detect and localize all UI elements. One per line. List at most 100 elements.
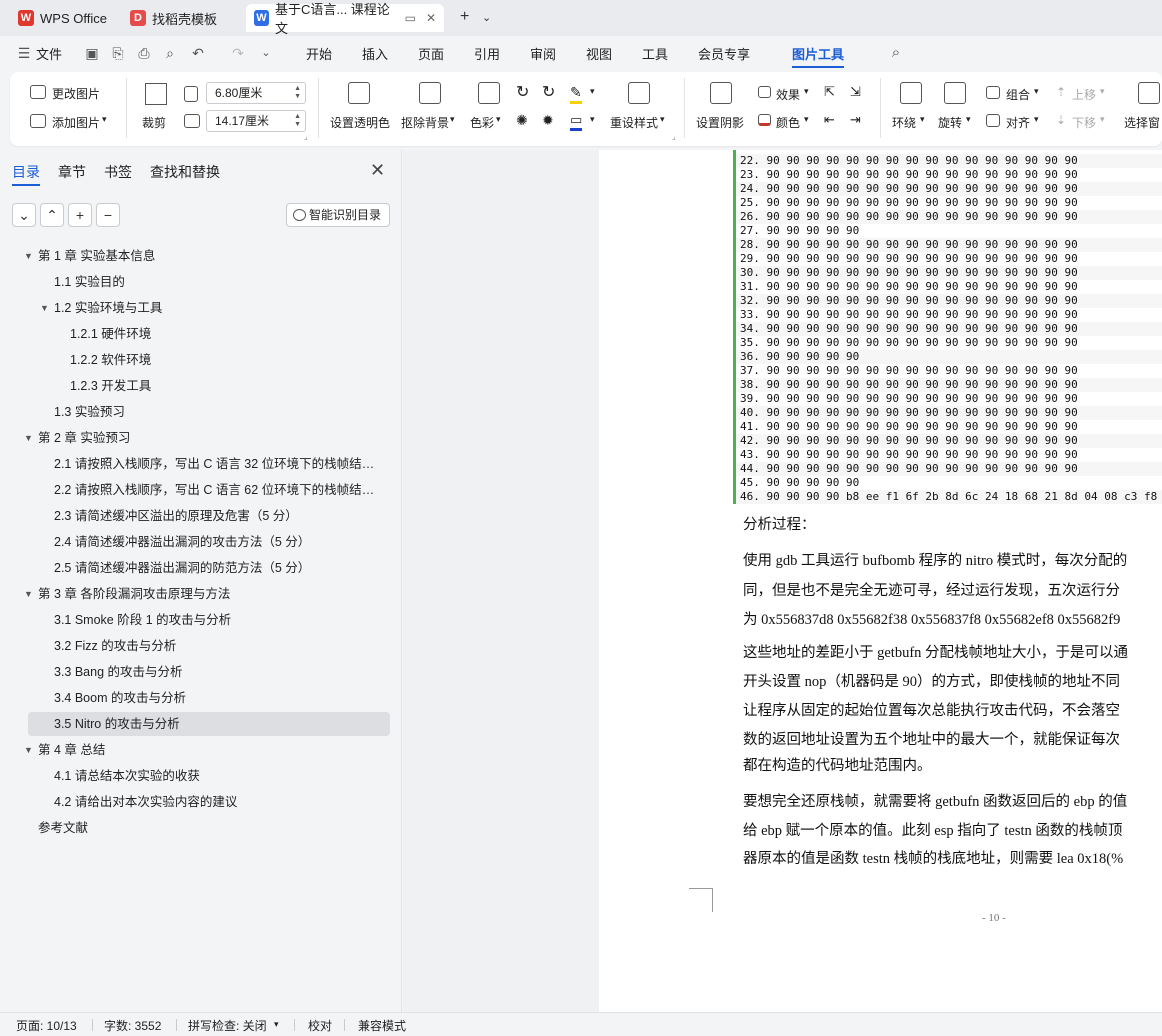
- height-input[interactable]: 14.17厘米 ▲ ▼: [206, 110, 306, 132]
- toc-item[interactable]: 3.1 Smoke 阶段 1 的攻击与分析: [54, 608, 380, 632]
- rotate-right-icon[interactable]: ↻: [542, 82, 555, 102]
- tab-document[interactable]: W 基于C语言... 课程论文 ▭ ✕: [246, 2, 444, 36]
- menu-member[interactable]: 会员专享: [698, 44, 750, 63]
- brightness-up-icon[interactable]: ✺: [516, 112, 528, 129]
- shadow-right-icon[interactable]: ⇥: [850, 112, 861, 128]
- wrap-button[interactable]: 环绕: [892, 114, 916, 131]
- remove-background-button[interactable]: 抠除背景: [401, 114, 449, 131]
- tab-docer[interactable]: D 找稻壳模板: [122, 4, 225, 32]
- outline-color-chevron-icon[interactable]: ▾: [590, 114, 595, 125]
- tab-bookmarks[interactable]: 书签: [104, 162, 132, 182]
- wrap-chevron-icon[interactable]: ▾: [920, 114, 925, 125]
- print-preview-icon[interactable]: ⌕: [162, 45, 178, 61]
- reset-style-button[interactable]: 重设样式: [610, 114, 658, 131]
- height-spinner-icon[interactable]: ▲ ▼: [294, 113, 301, 129]
- window-mode-icon[interactable]: ▭: [405, 11, 416, 25]
- search-icon[interactable]: ⌕: [888, 45, 904, 61]
- effects-chevron-icon[interactable]: ▾: [804, 86, 809, 97]
- smart-toc-button[interactable]: 智能识别目录: [286, 203, 390, 227]
- toc-item[interactable]: 4.1 请总结本次实验的收获: [54, 764, 380, 788]
- tab-sections[interactable]: 章节: [58, 162, 86, 182]
- toc-item[interactable]: 1.2.3 开发工具: [70, 374, 380, 398]
- fill-color-icon[interactable]: ✎: [570, 84, 582, 104]
- menu-page[interactable]: 页面: [418, 44, 444, 63]
- rotate-button[interactable]: 旋转: [938, 114, 962, 131]
- outline-color-icon[interactable]: ▭: [570, 112, 583, 131]
- toc-expand-arrow-icon[interactable]: ▼: [24, 738, 33, 762]
- toc-item[interactable]: 2.2 请按照入栈顺序，写出 C 语言 62 位环境下的栈帧结构 ...: [54, 478, 380, 502]
- toc-item[interactable]: 2.5 请简述缓冲器溢出漏洞的防范方法（5 分）: [54, 556, 380, 580]
- size-dialog-launcher-icon[interactable]: ⌟: [304, 132, 308, 141]
- send-backward-chevron-icon[interactable]: ▾: [1100, 114, 1105, 125]
- toc-item[interactable]: 第 3 章 各阶段漏洞攻击原理与方法: [38, 582, 380, 606]
- brightness-down-icon[interactable]: ✹: [542, 112, 554, 129]
- align-button[interactable]: 对齐: [1006, 114, 1030, 131]
- print-icon[interactable]: ⎙: [136, 45, 152, 61]
- bring-forward-button[interactable]: 上移: [1072, 86, 1096, 103]
- set-transparent-button[interactable]: 设置透明色: [330, 114, 390, 131]
- save-icon[interactable]: ▣: [84, 45, 100, 61]
- width-spinner-icon[interactable]: ▲ ▼: [294, 85, 301, 101]
- set-shadow-button[interactable]: 设置阴影: [696, 114, 744, 131]
- page-count[interactable]: 页面: 10/13: [16, 1017, 77, 1034]
- undo-icon[interactable]: ↶: [190, 45, 206, 61]
- toc-item[interactable]: 2.4 请简述缓冲器溢出漏洞的攻击方法（5 分）: [54, 530, 380, 554]
- quick-access-chevron-icon[interactable]: ⌄: [258, 45, 274, 61]
- group-button[interactable]: 组合: [1006, 86, 1030, 103]
- tab-wps-office[interactable]: W WPS Office: [10, 4, 115, 32]
- menu-review[interactable]: 审阅: [530, 44, 556, 63]
- shadow-down-icon[interactable]: ⇲: [850, 84, 861, 100]
- toc-item[interactable]: 第 2 章 实验预习: [38, 426, 380, 450]
- color-chevron-icon[interactable]: ▾: [804, 114, 809, 125]
- fill-color-chevron-icon[interactable]: ▾: [590, 86, 595, 97]
- toc-item[interactable]: 4.2 请给出对本次实验内容的建议: [54, 790, 380, 814]
- toc-expand-arrow-icon[interactable]: ▼: [24, 244, 33, 268]
- rotate-chevron-icon[interactable]: ▾: [966, 114, 971, 125]
- group-chevron-icon[interactable]: ▾: [1034, 86, 1039, 97]
- menu-insert[interactable]: 插入: [362, 44, 388, 63]
- toc-item[interactable]: 参考文献: [38, 816, 380, 840]
- toc-expand-arrow-icon[interactable]: ▼: [24, 426, 33, 450]
- toc-item[interactable]: 1.3 实验预习: [54, 400, 380, 424]
- selection-pane-button[interactable]: 选择窗: [1124, 114, 1160, 131]
- toc-item[interactable]: 3.2 Fizz 的攻击与分析: [54, 634, 380, 658]
- menu-view[interactable]: 视图: [586, 44, 612, 63]
- new-tab-button[interactable]: +: [460, 8, 469, 26]
- menu-tools[interactable]: 工具: [642, 44, 668, 63]
- align-chevron-icon[interactable]: ▾: [1034, 114, 1039, 125]
- effects-button[interactable]: 效果: [776, 86, 800, 103]
- rotate-left-icon[interactable]: ↻: [516, 82, 529, 102]
- toc-item[interactable]: 3.5 Nitro 的攻击与分析: [54, 712, 380, 736]
- file-menu[interactable]: 文件: [36, 44, 62, 63]
- menu-start[interactable]: 开始: [306, 44, 332, 63]
- style-dialog-launcher-icon[interactable]: ⌟: [672, 132, 676, 141]
- add-heading-button[interactable]: +: [68, 203, 92, 227]
- code-block-image[interactable]: 21. 90 90 90 90 90 90 90 90 90 90 90 90 …: [733, 150, 1162, 504]
- spell-check[interactable]: 拼写检查: 关闭: [188, 1017, 267, 1034]
- menu-reference[interactable]: 引用: [474, 44, 500, 63]
- tab-find-replace[interactable]: 查找和替换: [150, 162, 220, 182]
- proofread-button[interactable]: 校对: [308, 1017, 332, 1034]
- share-icon[interactable]: ⎘: [110, 45, 126, 61]
- toc-item[interactable]: 1.2.1 硬件环境: [70, 322, 380, 346]
- toc-item[interactable]: 3.3 Bang 的攻击与分析: [54, 660, 380, 684]
- bring-forward-chevron-icon[interactable]: ▾: [1100, 86, 1105, 97]
- toc-expand-arrow-icon[interactable]: ▼: [40, 296, 49, 320]
- redo-icon[interactable]: ↷: [230, 45, 246, 61]
- remove-background-chevron-icon[interactable]: ▾: [450, 114, 455, 125]
- word-count[interactable]: 字数: 3552: [104, 1017, 161, 1034]
- remove-heading-button[interactable]: −: [96, 203, 120, 227]
- toc-expand-arrow-icon[interactable]: ▼: [24, 582, 33, 606]
- add-image-button[interactable]: 添加图片: [52, 114, 100, 131]
- shadow-up-icon[interactable]: ⇱: [824, 84, 835, 100]
- close-icon[interactable]: ✕: [370, 160, 385, 181]
- add-image-chevron-icon[interactable]: ▾: [102, 114, 107, 125]
- color-mode-chevron-icon[interactable]: ▾: [496, 114, 501, 125]
- toc-item[interactable]: 2.1 请按照入栈顺序，写出 C 语言 32 位环境下的栈帧结构 ...: [54, 452, 380, 476]
- crop-button[interactable]: 裁剪: [142, 114, 166, 131]
- send-backward-button[interactable]: 下移: [1072, 114, 1096, 131]
- toc-item[interactable]: 第 4 章 总结: [38, 738, 380, 762]
- color-button[interactable]: 颜色: [776, 114, 800, 131]
- shadow-left-icon[interactable]: ⇤: [824, 112, 835, 128]
- toc-item[interactable]: 2.3 请简述缓冲区溢出的原理及危害（5 分）: [54, 504, 380, 528]
